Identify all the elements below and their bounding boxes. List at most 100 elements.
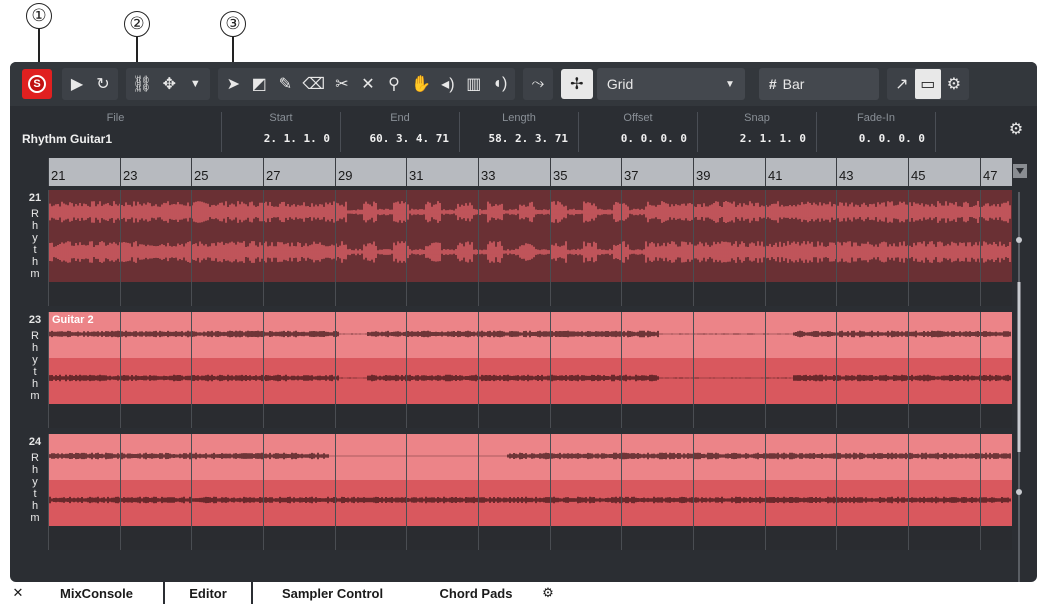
snap-type-value: Grid <box>606 76 634 92</box>
tab-chord-pads[interactable]: Chord Pads <box>418 582 534 604</box>
quantize-dropdown[interactable]: # Bar <box>758 68 879 100</box>
callout-2: ② <box>124 11 150 37</box>
tab-editor[interactable]: Editor <box>164 582 252 604</box>
chevron-down-icon: ▼ <box>189 78 201 90</box>
open-in-window-button[interactable]: ↗ <box>889 69 915 99</box>
info-offset[interactable]: Offset 0. 0. 0. 0 <box>579 112 698 152</box>
tab-mixconsole[interactable]: MixConsole <box>30 582 164 604</box>
erase-tool[interactable]: ⌫ <box>298 69 329 99</box>
lane-header[interactable]: 23 Rh y t h m <box>22 312 48 428</box>
lane[interactable] <box>47 190 1012 306</box>
link-group: ⛓ ✥ ▼ <box>126 68 211 100</box>
object-selection-tool[interactable]: ➤ <box>220 69 246 99</box>
ruler-label: 43 <box>839 168 854 183</box>
gear-icon: ⚙ <box>542 585 554 600</box>
ruler-label: 23 <box>123 168 138 183</box>
zoom-tool[interactable]: ⚲ <box>381 69 407 99</box>
ruler-label: 39 <box>696 168 711 183</box>
snap-type-dropdown[interactable]: Grid ▼ <box>596 68 745 100</box>
ruler-label: 29 <box>338 168 353 183</box>
vertical-scrollbar[interactable] <box>1014 192 1024 582</box>
grid-line <box>478 312 479 428</box>
playback-group: ▶ ↻ <box>62 68 118 100</box>
audio-event[interactable] <box>47 434 1012 526</box>
info-file-value: Rhythm Guitar1 <box>22 132 113 146</box>
lane-name-char: R <box>31 330 39 342</box>
ruler-label: 41 <box>768 168 783 183</box>
tools-dropdown-button[interactable]: ▼ <box>182 69 208 99</box>
ruler[interactable]: 21 23 25 27 29 31 33 35 37 39 41 43 45 47 <box>48 158 1012 186</box>
split-tool[interactable]: ✂ <box>329 69 355 99</box>
grid-line <box>335 312 336 428</box>
grid-line <box>406 190 407 306</box>
lane-name-char: R <box>31 208 39 220</box>
close-lower-zone-button[interactable]: ✕ <box>6 582 30 604</box>
solo-editor-button[interactable]: S <box>22 69 52 99</box>
gear-icon: ⚙ <box>1008 121 1024 138</box>
lane-name-char: h <box>31 220 39 232</box>
wave-icon: ▥ <box>466 76 482 93</box>
grid-line <box>693 434 694 550</box>
hand-tool[interactable]: ✋ <box>407 69 435 99</box>
info-start[interactable]: Start 2. 1. 1. 0 <box>222 112 341 152</box>
grid-line <box>478 190 479 306</box>
info-end-label: End <box>390 112 410 124</box>
info-snap[interactable]: Snap 2. 1. 1. 0 <box>698 112 817 152</box>
info-start-value: 2. 1. 1. 0 <box>263 132 330 145</box>
callout-1-line <box>38 29 40 64</box>
play-tool[interactable]: ◂) <box>435 69 461 99</box>
info-fadein-label: Fade-In <box>857 112 895 124</box>
move-button[interactable]: ✥ <box>156 69 182 99</box>
info-length[interactable]: Length 58. 2. 3. 71 <box>460 112 579 152</box>
audio-event[interactable] <box>47 190 1012 282</box>
grid-line <box>263 434 264 550</box>
window-layout-button[interactable]: ▭ <box>914 69 941 99</box>
ruler-label: 47 <box>983 168 998 183</box>
tab-sampler-control[interactable]: Sampler Control <box>252 582 412 604</box>
quantize-value: Bar <box>782 76 805 92</box>
grid-line <box>48 312 49 428</box>
draw-tool[interactable]: ✎ <box>272 69 298 99</box>
play-button[interactable]: ▶ <box>64 69 90 99</box>
ruler-menu-button[interactable] <box>1013 164 1027 178</box>
snap-toggle-button[interactable]: ✢ <box>560 69 593 99</box>
lane-name-char: h <box>31 256 39 268</box>
external-icon: ↗ <box>895 76 909 93</box>
lane-header[interactable]: 21 Rh y t h m <box>22 190 48 306</box>
event-title: Guitar 2 <box>52 314 94 326</box>
info-start-label: Start <box>269 112 293 124</box>
info-end[interactable]: End 60. 3. 4. 71 <box>341 112 460 152</box>
lane-header[interactable]: 24 Rh y t h m <box>22 434 48 550</box>
lane[interactable] <box>47 434 1012 550</box>
grid-hash-icon: # <box>768 76 777 92</box>
lane-name-char: t <box>33 366 37 378</box>
info-fadein[interactable]: Fade-In 0. 0. 0. 0 <box>817 112 936 152</box>
tab-mixconsole-label: MixConsole <box>60 585 133 601</box>
info-line-settings-button[interactable]: ⚙ <box>1003 114 1029 144</box>
audition-button[interactable]: ◖) <box>487 69 513 99</box>
link-button[interactable]: ⛓ <box>128 69 156 99</box>
info-length-label: Length <box>502 112 536 124</box>
lane-name-char: h <box>31 342 39 354</box>
toolbar-settings-button[interactable]: ⚙ <box>941 69 967 99</box>
loop-button[interactable]: ↻ <box>90 69 116 99</box>
lane[interactable]: Guitar 2 <box>47 312 1012 428</box>
toolbar: S ▶ ↻ ⛓ ✥ ▼ ➤ ◩ ✎ ⌫ ✂ ✕ ⚲ ✋ ◂) ▥ ◖) ⤳ ✢ … <box>10 62 1037 106</box>
snap-icon: ✢ <box>570 76 584 93</box>
range-selection-tool[interactable]: ◩ <box>246 69 272 99</box>
audio-event[interactable]: Guitar 2 <box>47 312 1012 404</box>
info-file[interactable]: File Rhythm Guitar1 <box>10 112 222 152</box>
mute-tool[interactable]: ✕ <box>355 69 381 99</box>
warp-tool[interactable]: ▥ <box>461 69 487 99</box>
grid-line <box>693 312 694 428</box>
snap-zero-crossing-button[interactable]: ⤳ <box>525 69 551 99</box>
link-icon: ⛓ <box>132 76 153 93</box>
lane-number: 21 <box>28 192 42 204</box>
window-icon: ▭ <box>920 76 936 93</box>
grid-line <box>693 190 694 306</box>
grid-line <box>120 312 121 428</box>
lane-name-char: h <box>31 378 39 390</box>
grid-line <box>263 312 264 428</box>
grid-line <box>120 190 121 306</box>
lower-zone-settings-button[interactable]: ⚙ <box>538 582 558 604</box>
